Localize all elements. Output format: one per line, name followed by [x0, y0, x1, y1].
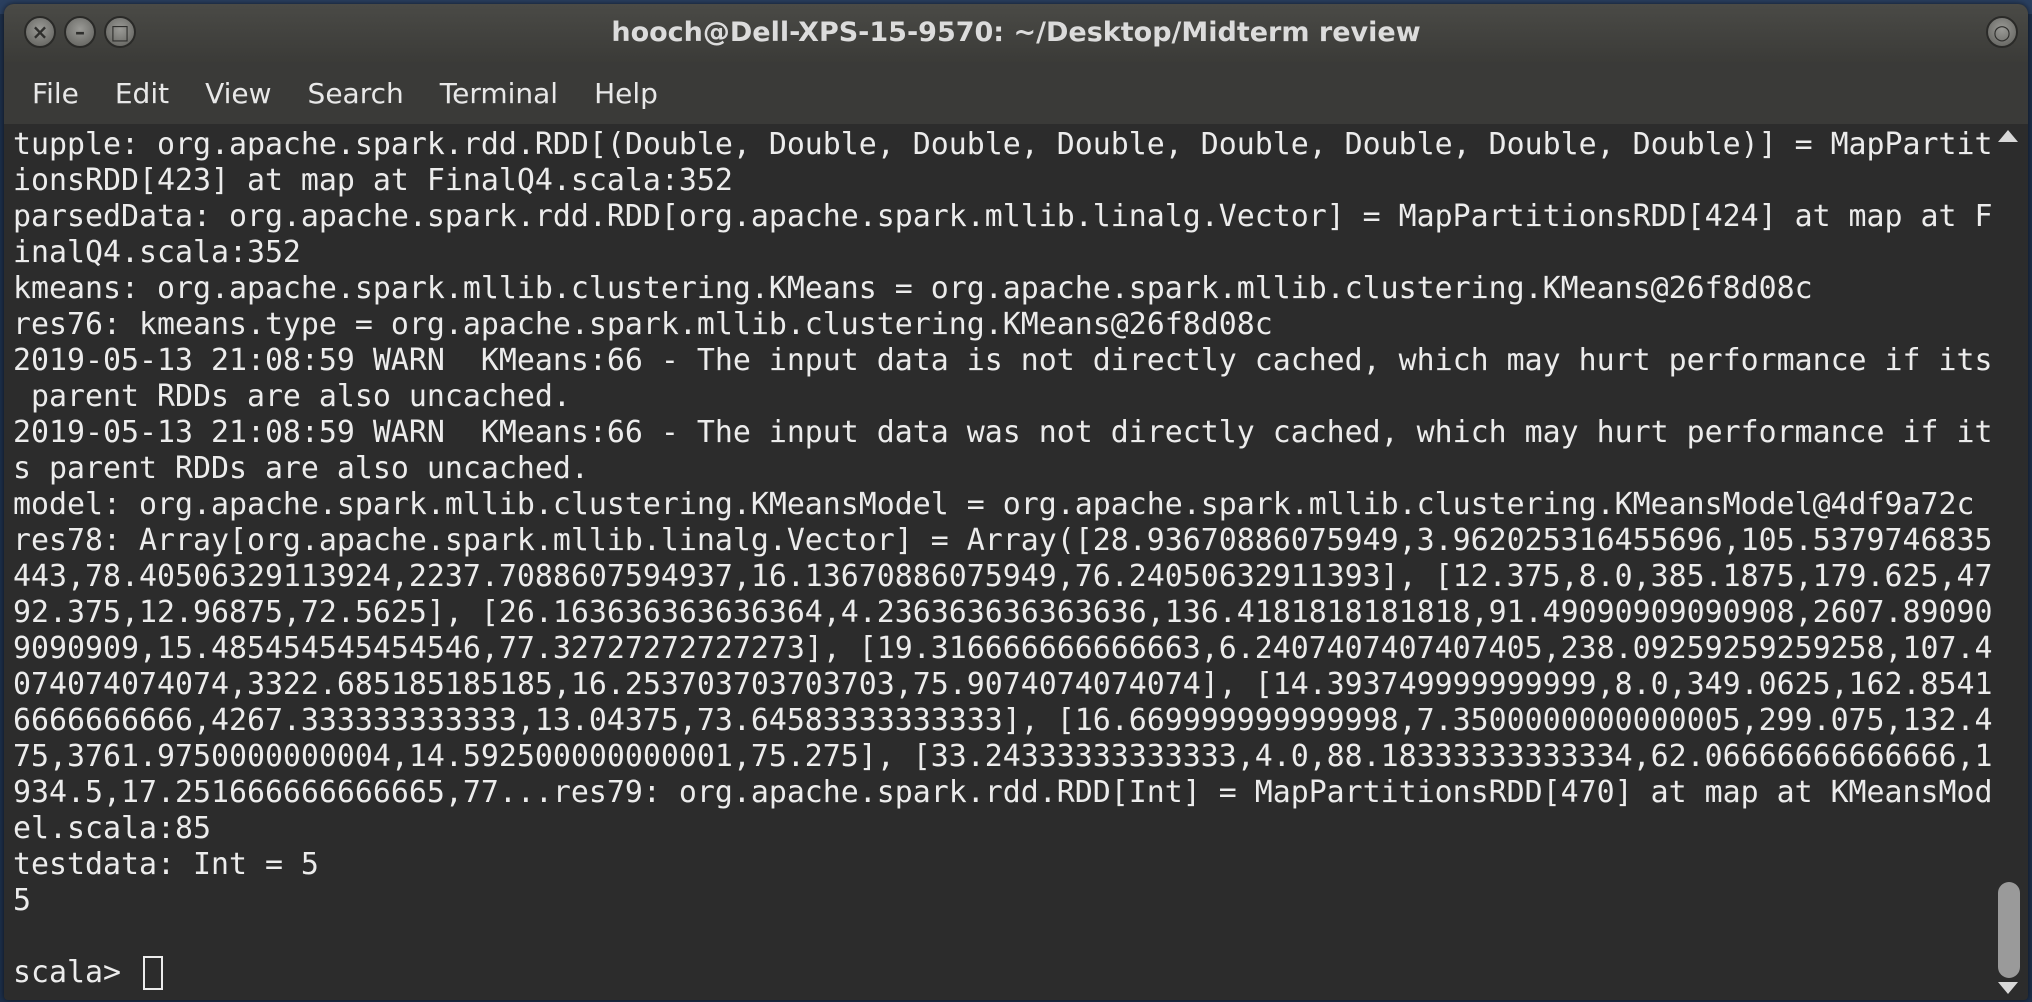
scroll-down-icon[interactable] — [1998, 982, 2018, 994]
terminal-line: 934.5,17.251666666666665,77...res79: org… — [13, 775, 1993, 810]
terminal-line: s parent RDDs are also uncached. — [13, 451, 589, 486]
terminal-line: 9090909,15.485454545454546,77.3272727272… — [13, 631, 1993, 666]
terminal-line: tupple: org.apache.spark.rdd.RDD[(Double… — [13, 127, 1993, 162]
terminal-window: × – □ hooch@Dell-XPS-15-9570: ~/Desktop/… — [4, 4, 2028, 1000]
scala-prompt: scala> — [13, 955, 139, 990]
menu-view[interactable]: View — [187, 69, 289, 118]
terminal-line: parsedData: org.apache.spark.rdd.RDD[org… — [13, 199, 1993, 234]
menu-file[interactable]: File — [14, 69, 97, 118]
terminal-line: parent RDDs are also uncached. — [13, 379, 571, 414]
text-cursor — [142, 956, 163, 990]
window-title: hooch@Dell-XPS-15-9570: ~/Desktop/Midter… — [611, 17, 1421, 48]
window-menu-icon: ○ — [1993, 20, 2011, 44]
vertical-scrollbar[interactable] — [1994, 124, 2024, 1000]
menu-search[interactable]: Search — [290, 69, 422, 118]
terminal-line: el.scala:85 — [13, 811, 211, 846]
terminal-line: testdata: Int = 5 — [13, 847, 319, 882]
terminal-line: model: org.apache.spark.mllib.clustering… — [13, 487, 1975, 522]
terminal-line: 443,78.40506329113924,2237.7088607594937… — [13, 559, 1993, 594]
window-menu-button[interactable]: ○ — [1986, 16, 2018, 48]
menu-terminal[interactable]: Terminal — [422, 69, 576, 118]
terminal-line: 074074074074,3322.685185185185,16.253703… — [13, 667, 1993, 702]
menu-bar: File Edit View Search Terminal Help — [4, 62, 2028, 124]
terminal-line: 2019-05-13 21:08:59 WARN KMeans:66 - The… — [13, 415, 1993, 450]
terminal-output[interactable]: tupple: org.apache.spark.rdd.RDD[(Double… — [4, 124, 1994, 1000]
prompt-line[interactable]: scala> — [13, 955, 1994, 991]
menu-help[interactable]: Help — [576, 69, 676, 118]
terminal-line: res76: kmeans.type = org.apache.spark.ml… — [13, 307, 1273, 342]
terminal-line: 2019-05-13 21:08:59 WARN KMeans:66 - The… — [13, 343, 1993, 378]
terminal-line: inalQ4.scala:352 — [13, 235, 301, 270]
terminal-line: 6666666666,4267.333333333333,13.04375,73… — [13, 703, 1993, 738]
title-bar[interactable]: × – □ hooch@Dell-XPS-15-9570: ~/Desktop/… — [4, 4, 2028, 62]
scrollbar-thumb[interactable] — [1998, 882, 2020, 978]
terminal-line: res78: Array[org.apache.spark.mllib.lina… — [13, 523, 1993, 558]
terminal-line: 5 — [13, 883, 31, 918]
terminal-line: 92.375,12.96875,72.5625], [26.1636363636… — [13, 595, 1993, 630]
terminal-line: 75,3761.9750000000004,14.592500000000001… — [13, 739, 1993, 774]
menu-edit[interactable]: Edit — [97, 69, 187, 118]
terminal-line: ionsRDD[423] at map at FinalQ4.scala:352 — [13, 163, 733, 198]
terminal-line: kmeans: org.apache.spark.mllib.clusterin… — [13, 271, 1813, 306]
scroll-up-icon[interactable] — [1998, 130, 2018, 142]
